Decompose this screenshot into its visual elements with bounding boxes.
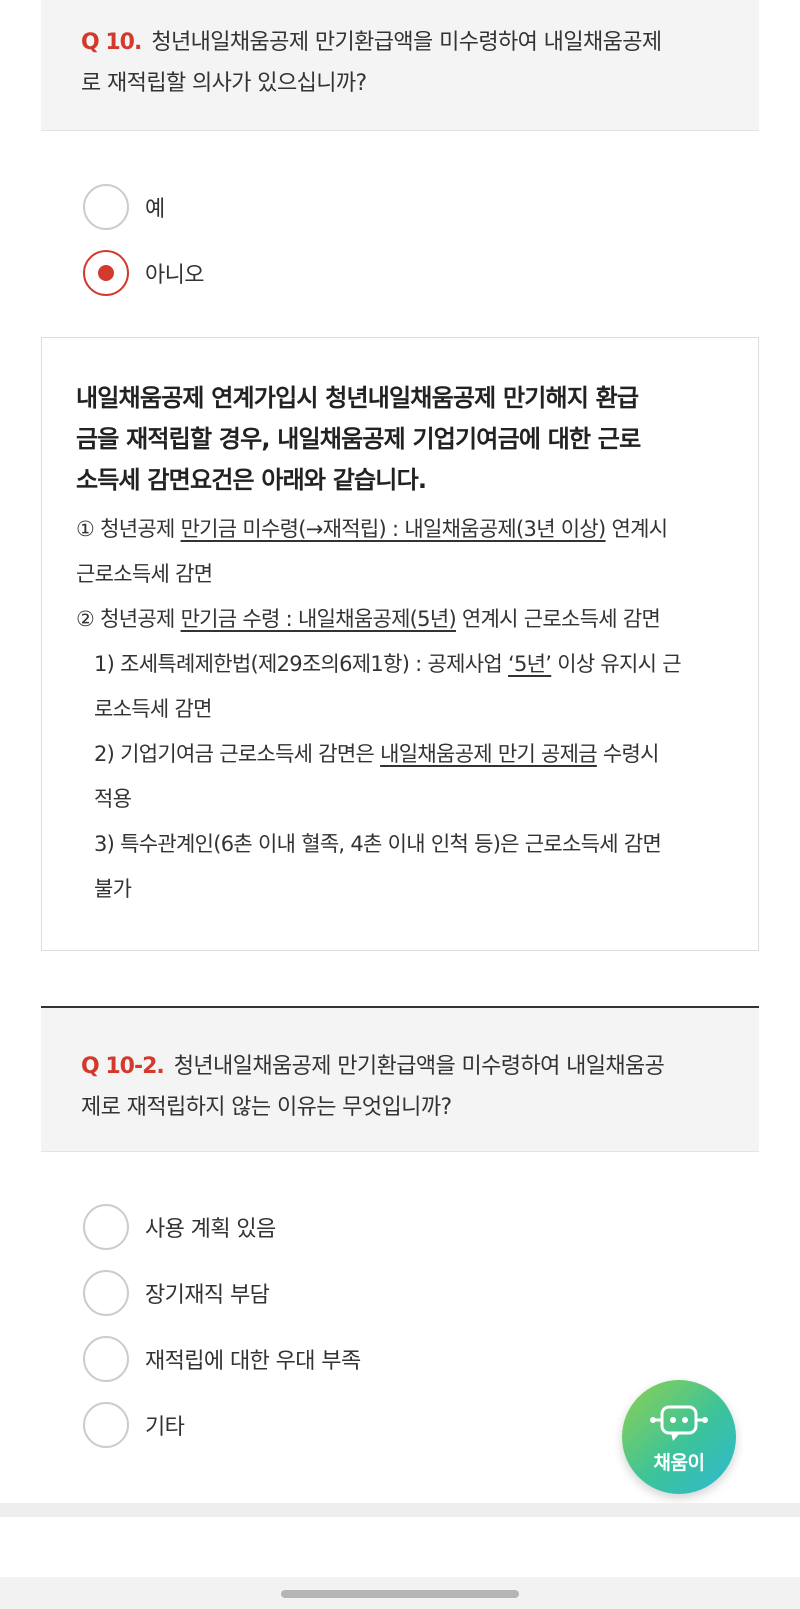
info-sub-2-underline: 내일채움공제 만기 공제금 (380, 742, 597, 766)
question-10-header: Q 10. 청년내일채움공제 만기환급액을 미수령하여 내일채움공제 로 재적립할… (41, 0, 759, 131)
info-item-1-underline: 만기금 미수령(→재적립) : 내일채움공제(3년 이상) (180, 517, 607, 541)
info-title-line3: 소득세 감면요건은 아래와 같습니다. (76, 466, 427, 494)
radio-lack-of-benefit[interactable] (83, 1336, 129, 1382)
info-title: 내일채움공제 연계가입시 청년내일채움공제 만기해지 환급 금을 재적립할 경우… (76, 378, 728, 501)
info-item-2: ② 청년공제 만기금 수령 : 내일채움공제(5년) 연계시 근로소득세 감면 (76, 597, 728, 642)
option-other[interactable]: 기타 (83, 1400, 361, 1450)
info-sub-3-cont: 불가 (94, 877, 132, 901)
info-item-1-cont: 근로소득세 감면 (76, 562, 213, 586)
option-no[interactable]: 아니오 (83, 248, 205, 298)
option-no-label: 아니오 (145, 263, 205, 288)
info-sub-1-cont: 로소득세 감면 (94, 697, 212, 721)
question-10-2-line1: 청년내일채움공제 만기환급액을 미수령하여 내일채움공 (173, 1054, 665, 1079)
info-item-1-prefix: ① 청년공제 (76, 517, 181, 541)
radio-usage-plan[interactable] (83, 1204, 129, 1250)
info-item-2-underline: 만기금 수령 : 내일채움공제(5년) (180, 607, 457, 631)
info-sub-1: 1) 조세특례제한법(제29조의6제1항) : 공제사업 ‘5년’ 이상 유지시… (76, 642, 728, 687)
info-sub-2-b: 수령시 (596, 742, 660, 766)
question-10-line2: 로 재적립할 의사가 있으십니까? (81, 71, 367, 96)
question-10-2-text: Q 10-2. 청년내일채움공제 만기환급액을 미수령하여 내일채움공 제로 재적… (81, 1046, 719, 1128)
home-indicator[interactable] (281, 1590, 519, 1598)
question-10-options: 예 아니오 (83, 182, 205, 314)
question-10-text: Q 10. 청년내일채움공제 만기환급액을 미수령하여 내일채움공제 로 재적립할… (81, 22, 719, 104)
survey-page: Q 10. 청년내일채움공제 만기환급액을 미수령하여 내일채움공제 로 재적립할… (0, 0, 800, 1609)
option-lack-of-benefit[interactable]: 재적립에 대한 우대 부족 (83, 1334, 361, 1384)
question-10-2-number: Q 10-2. (81, 1054, 165, 1079)
info-title-line1: 내일채움공제 연계가입시 청년내일채움공제 만기해지 환급 (76, 384, 639, 412)
option-long-term-burden[interactable]: 장기재직 부담 (83, 1268, 361, 1318)
question-10-2-options: 사용 계획 있음 장기재직 부담 재적립에 대한 우대 부족 기타 (83, 1202, 361, 1466)
question-10-line1: 청년내일채움공제 만기환급액을 미수령하여 내일채움공제 (151, 30, 662, 55)
info-sub-1-b: 이상 유지시 근 (551, 652, 681, 676)
option-usage-plan-label: 사용 계획 있음 (145, 1217, 276, 1242)
info-item-1-suffix: 연계시 (605, 517, 669, 541)
radio-long-term-burden[interactable] (83, 1270, 129, 1316)
info-sub-1-a: 1) 조세특례제한법(제29조의6제1항) : 공제사업 (94, 652, 508, 676)
info-sub-1-underline: ‘5년’ (507, 652, 552, 676)
radio-yes[interactable] (83, 184, 129, 230)
option-lack-of-benefit-label: 재적립에 대한 우대 부족 (145, 1349, 361, 1374)
info-sub-3: 3) 특수관계인(6촌 이내 혈족, 4촌 이내 인척 등)은 근로소득세 감면 (94, 832, 662, 856)
info-item-1: ① 청년공제 만기금 미수령(→재적립) : 내일채움공제(3년 이상) 연계시 (76, 507, 728, 552)
option-yes-label: 예 (145, 197, 165, 222)
tax-info-box: 내일채움공제 연계가입시 청년내일채움공제 만기해지 환급 금을 재적립할 경우… (41, 337, 759, 951)
radio-other[interactable] (83, 1402, 129, 1448)
option-long-term-burden-label: 장기재직 부담 (145, 1283, 270, 1308)
info-item-2-suffix: 연계시 근로소득세 감면 (455, 607, 661, 631)
bottom-separator (0, 1503, 800, 1517)
chatbot-label: 채움이 (653, 1452, 705, 1474)
radio-no-selected[interactable] (83, 250, 129, 296)
chatbot-button[interactable]: 채움이 (622, 1380, 736, 1494)
question-10-2-header: Q 10-2. 청년내일채움공제 만기환급액을 미수령하여 내일채움공 제로 재적… (41, 1006, 759, 1152)
question-10-number: Q 10. (81, 30, 142, 55)
info-sub-2-cont: 적용 (94, 787, 132, 811)
info-sub-2-a: 2) 기업기여금 근로소득세 감면은 (94, 742, 381, 766)
option-other-label: 기타 (145, 1415, 185, 1440)
question-10-2-line2: 제로 재적립하지 않는 이유는 무엇입니까? (81, 1095, 452, 1120)
robot-chat-icon (650, 1405, 708, 1441)
info-item-2-prefix: ② 청년공제 (76, 607, 181, 631)
info-sub-2: 2) 기업기여금 근로소득세 감면은 내일채움공제 만기 공제금 수령시 (76, 732, 728, 777)
info-title-line2: 금을 재적립할 경우, 내일채움공제 기업기여금에 대한 근로 (76, 425, 641, 453)
option-usage-plan[interactable]: 사용 계획 있음 (83, 1202, 361, 1252)
option-yes[interactable]: 예 (83, 182, 204, 232)
